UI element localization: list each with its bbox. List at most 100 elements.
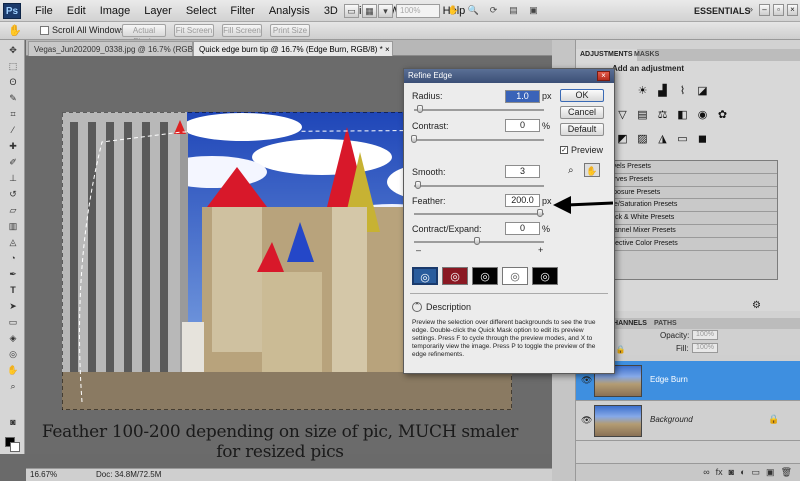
- threshold-icon[interactable]: ◮: [656, 133, 669, 146]
- tab-vegas-document[interactable]: Vegas_Jun202009_0338.jpg @ 16.7% (RGB/8)…: [28, 41, 209, 56]
- close-icon[interactable]: ×: [787, 4, 798, 16]
- path-select-tool-icon[interactable]: ➤: [6, 300, 20, 312]
- minimize-icon[interactable]: –: [759, 4, 770, 16]
- contract-expand-field[interactable]: 0: [505, 222, 540, 235]
- contrast-slider[interactable]: [414, 139, 544, 141]
- close-icon[interactable]: ×: [597, 71, 610, 81]
- ok-button[interactable]: OK: [560, 89, 604, 102]
- restore-icon[interactable]: ▫: [773, 4, 784, 16]
- quick-mask-icon[interactable]: ◙: [6, 416, 20, 428]
- chevron-up-icon[interactable]: ⌃: [412, 302, 422, 312]
- radius-field[interactable]: 1.0: [505, 90, 540, 103]
- type-tool-icon[interactable]: T: [6, 284, 20, 296]
- actual-pixels-button[interactable]: Actual Pixels: [122, 24, 166, 46]
- menu-edit[interactable]: Edit: [60, 0, 93, 22]
- default-button[interactable]: Default: [560, 123, 604, 136]
- layer-background[interactable]: 👁 Background 🔒: [576, 401, 800, 441]
- preview-checkbox[interactable]: ✓: [560, 146, 568, 154]
- arrange-docs-icon[interactable]: ▤: [506, 4, 521, 18]
- trash-icon[interactable]: 🗑: [781, 467, 792, 481]
- new-layer-icon[interactable]: ▣: [766, 467, 775, 481]
- eye-icon[interactable]: 👁: [581, 375, 592, 385]
- hand-icon[interactable]: ✋: [446, 4, 461, 18]
- print-size-button[interactable]: Print Size: [270, 24, 310, 37]
- channel-mixer-icon[interactable]: ✿: [716, 109, 729, 122]
- color-balance-icon[interactable]: ⚖: [656, 109, 669, 122]
- menu-filter[interactable]: Filter: [223, 0, 261, 22]
- history-brush-tool-icon[interactable]: ↺: [6, 188, 20, 200]
- scroll-all-checkbox[interactable]: [40, 25, 49, 35]
- menu-file[interactable]: File: [28, 0, 60, 22]
- feather-field[interactable]: 200.0: [505, 194, 540, 207]
- move-tool-icon[interactable]: ✥: [6, 44, 20, 56]
- brightness-contrast-icon[interactable]: ☀: [636, 85, 649, 98]
- blur-tool-icon[interactable]: ◬: [6, 236, 20, 248]
- menu-image[interactable]: Image: [93, 0, 138, 22]
- chevron-double-right-icon[interactable]: »: [748, 4, 753, 14]
- preview-mode-white-icon[interactable]: ◎: [502, 267, 528, 285]
- preview-mode-quick-mask-icon[interactable]: ◎: [442, 267, 468, 285]
- link-layers-icon[interactable]: ∞: [703, 467, 709, 481]
- feather-slider-thumb[interactable]: [537, 209, 543, 217]
- group-icon[interactable]: ▭: [752, 467, 761, 481]
- tab-masks[interactable]: MASKS: [630, 49, 663, 61]
- radius-slider-thumb[interactable]: [417, 105, 424, 113]
- radius-slider[interactable]: [414, 109, 544, 111]
- rotate-view-icon[interactable]: ⟳: [486, 4, 501, 18]
- clone-stamp-tool-icon[interactable]: ⊥: [6, 172, 20, 184]
- gradient-map-icon[interactable]: ▭: [676, 133, 689, 146]
- opacity-field[interactable]: 100%: [692, 330, 718, 340]
- tab-quick-edge-burn[interactable]: Quick edge burn tip @ 16.7% (Edge Burn, …: [193, 41, 393, 56]
- dodge-tool-icon[interactable]: ◔: [6, 252, 20, 264]
- eraser-tool-icon[interactable]: ▱: [6, 204, 20, 216]
- vibrance-icon[interactable]: ▽: [616, 109, 629, 122]
- close-icon[interactable]: ×: [385, 45, 390, 54]
- scroll-all-windows-option[interactable]: Scroll All Windows: [40, 25, 126, 35]
- hand-tool-preset-icon[interactable]: ✋: [6, 24, 24, 38]
- mini-bridge-icon[interactable]: ▦: [362, 4, 377, 18]
- menu-3d[interactable]: 3D: [317, 0, 345, 22]
- levels-icon[interactable]: ▟: [656, 85, 669, 98]
- layer-style-icon[interactable]: fx: [716, 467, 723, 481]
- hue-saturation-icon[interactable]: ▤: [636, 109, 649, 122]
- zoom-icon[interactable]: 🔍: [466, 4, 481, 18]
- brush-tool-icon[interactable]: ✐: [6, 156, 20, 168]
- menu-analysis[interactable]: Analysis: [262, 0, 317, 22]
- arrange-icon[interactable]: ▾: [378, 4, 393, 18]
- eye-icon[interactable]: 👁: [581, 415, 592, 425]
- feather-slider[interactable]: [414, 213, 544, 215]
- zoom-tool-icon[interactable]: ⌕: [6, 380, 20, 392]
- tab-adjustments[interactable]: ADJUSTMENTS: [576, 49, 637, 61]
- black-white-icon[interactable]: ◧: [676, 109, 689, 122]
- background-color-swatch[interactable]: [10, 442, 20, 452]
- exposure-icon[interactable]: ◪: [696, 85, 709, 98]
- posterize-icon[interactable]: ▨: [636, 133, 649, 146]
- curves-icon[interactable]: ⌇: [676, 85, 689, 98]
- photo-filter-icon[interactable]: ◉: [696, 109, 709, 122]
- preview-option[interactable]: ✓ Preview: [560, 145, 603, 155]
- preview-mode-black-icon[interactable]: ◎: [472, 267, 498, 285]
- workspace-switcher[interactable]: ESSENTIALS: [694, 4, 751, 18]
- marquee-tool-icon[interactable]: ⬚: [6, 60, 20, 72]
- quick-select-tool-icon[interactable]: ✎: [6, 92, 20, 104]
- crop-tool-icon[interactable]: ⌗: [6, 108, 20, 120]
- fill-screen-button[interactable]: Fill Screen: [222, 24, 262, 37]
- menu-select[interactable]: Select: [179, 0, 224, 22]
- bridge-icon[interactable]: ▭: [344, 4, 359, 18]
- adjustment-layer-icon[interactable]: ◐: [740, 467, 745, 481]
- contrast-field[interactable]: 0: [505, 119, 540, 132]
- eyedropper-tool-icon[interactable]: ⁄: [6, 124, 20, 136]
- 3d-rotate-tool-icon[interactable]: ◈: [6, 332, 20, 344]
- healing-tool-icon[interactable]: ✚: [6, 140, 20, 152]
- lasso-tool-icon[interactable]: ʘ: [6, 76, 20, 88]
- contrast-slider-thumb[interactable]: [411, 135, 417, 143]
- add-mask-icon[interactable]: ◙: [729, 467, 734, 481]
- fill-field[interactable]: 100%: [692, 343, 718, 353]
- zoom-icon[interactable]: ⌕: [568, 165, 574, 176]
- smooth-slider-thumb[interactable]: [414, 181, 421, 189]
- hand-icon[interactable]: ✋: [584, 163, 600, 177]
- gradient-tool-icon[interactable]: ▥: [6, 220, 20, 232]
- preview-mode-standard-icon[interactable]: ◎: [412, 267, 438, 285]
- hand-tool-icon[interactable]: ✋: [6, 364, 20, 376]
- smooth-field[interactable]: 3: [505, 165, 540, 178]
